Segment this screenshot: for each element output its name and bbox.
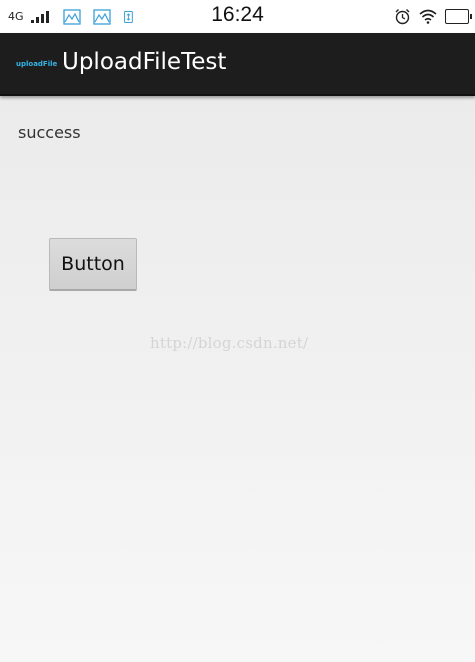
upload-button[interactable]: Button [49, 238, 137, 291]
status-right [394, 0, 472, 33]
watermark: http://blog.csdn.net/ [150, 334, 309, 352]
alarm-icon [395, 9, 410, 25]
action-bar: uploadFile UploadFileTest [0, 33, 475, 96]
wifi-icon [419, 9, 437, 24]
result-text: success [18, 123, 81, 142]
app-title: UploadFileTest [62, 49, 227, 75]
status-bar: 4G 16:24 [0, 0, 475, 33]
app-icon[interactable]: uploadFile [16, 60, 57, 68]
battery-icon [445, 9, 472, 24]
